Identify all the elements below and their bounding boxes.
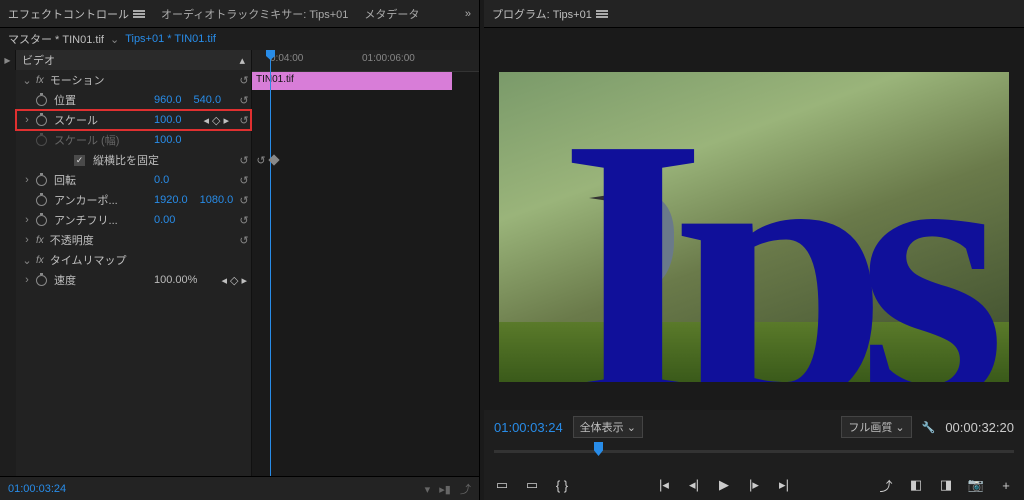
next-keyframe-icon[interactable]: ▸	[241, 274, 247, 287]
stopwatch-icon[interactable]	[36, 95, 47, 106]
step-back-icon[interactable]: ◂|	[686, 477, 702, 493]
stopwatch-icon	[36, 135, 47, 146]
twirl-icon[interactable]	[22, 214, 32, 226]
stopwatch-icon[interactable]	[36, 175, 47, 186]
next-keyframe-icon[interactable]: ▸	[223, 114, 229, 127]
tab-program[interactable]: プログラム: Tips+01	[492, 6, 608, 22]
lift-icon[interactable]: ◧	[908, 477, 924, 493]
add-keyframe-icon[interactable]: ◇	[230, 274, 238, 287]
panel-footer: 01:00:03:24 ▾ ▸▮ ⤴	[0, 476, 479, 500]
reset-button[interactable]	[237, 194, 251, 207]
program-monitor[interactable]: Ips	[484, 28, 1024, 410]
tab-audio-mixer[interactable]: オーディオトラックミキサー: Tips+01	[161, 6, 348, 22]
panel-tabs: エフェクトコントロール オーディオトラックミキサー: Tips+01 メタデータ…	[0, 0, 479, 28]
reset-button[interactable]	[254, 154, 268, 167]
twirl-icon[interactable]	[22, 254, 32, 267]
reset-button[interactable]	[237, 234, 251, 247]
master-clip-label: マスター * TIN01.tif	[8, 31, 104, 47]
quality-select[interactable]: フル画質 ⌄	[841, 416, 911, 438]
reset-button[interactable]	[237, 74, 251, 87]
extract-icon[interactable]: ◨	[938, 477, 954, 493]
reset-button[interactable]	[237, 114, 251, 127]
ruler-tick: 0:04:00	[270, 53, 303, 64]
rotation-value[interactable]: 0.0	[154, 174, 169, 186]
mark-out-icon[interactable]: ▭	[524, 477, 540, 493]
reset-button[interactable]	[237, 174, 251, 187]
sequence-clip-label[interactable]: Tips+01 * TIN01.tif	[125, 33, 216, 45]
program-duration[interactable]: 00:00:32:20	[945, 420, 1014, 435]
position-x[interactable]: 960.0	[154, 94, 182, 106]
go-in-icon[interactable]: |◂	[656, 477, 672, 493]
overlay-text: Ips	[559, 72, 976, 382]
reset-button[interactable]	[237, 94, 251, 107]
button-editor-icon[interactable]: +	[998, 477, 1014, 493]
twirl-icon[interactable]	[22, 274, 32, 286]
export-frame-icon[interactable]: ⤴	[878, 477, 894, 493]
transport-controls: ▭ ▭ { } |◂ ◂| ▶ |▸ ▸| ⤴ ◧ ◨ 📷 +	[484, 470, 1024, 500]
speed-value[interactable]: 100.00%	[154, 274, 197, 286]
go-out-icon[interactable]: ▸|	[776, 477, 792, 493]
clip-bar[interactable]: TIN01.tif	[252, 72, 452, 90]
section-video[interactable]: ビデオ▴	[16, 50, 251, 70]
twirl-icon[interactable]	[22, 114, 32, 126]
collapse-icon[interactable]: ▴	[239, 54, 245, 67]
keyframe-icon[interactable]	[268, 154, 279, 165]
prop-rotation[interactable]: 回転0.0	[16, 170, 251, 190]
program-playhead[interactable]	[594, 442, 603, 456]
tab-effect-controls[interactable]: エフェクトコントロール	[8, 6, 145, 22]
program-tabs: プログラム: Tips+01	[484, 0, 1024, 28]
playhead[interactable]	[270, 50, 271, 476]
tab-metadata[interactable]: メタデータ	[364, 6, 419, 22]
prop-anchor[interactable]: アンカーポ...1920.01080.0	[16, 190, 251, 210]
panel-menu-icon[interactable]	[133, 10, 145, 18]
chevron-down-icon[interactable]: ⌄	[110, 33, 119, 46]
twirl-icon[interactable]	[22, 234, 32, 246]
position-y[interactable]: 540.0	[194, 94, 222, 106]
panel-overflow[interactable]: »	[465, 8, 471, 20]
program-scrubber[interactable]	[494, 442, 1014, 462]
stopwatch-icon[interactable]	[36, 195, 47, 206]
step-fwd-icon[interactable]: |▸	[746, 477, 762, 493]
anchor-x[interactable]: 1920.0	[154, 194, 188, 206]
add-keyframe-icon[interactable]: ◇	[212, 114, 220, 127]
checkbox-uniform[interactable]: ✓	[74, 155, 85, 166]
prop-uniform-scale[interactable]: ✓縦横比を固定	[16, 150, 251, 170]
reset-button[interactable]	[237, 154, 251, 167]
add-marker-icon[interactable]: { }	[554, 477, 570, 493]
effect-timeremap[interactable]: fxタイムリマップ	[16, 250, 251, 270]
effect-motion[interactable]: fxモーション	[16, 70, 251, 90]
program-timecode[interactable]: 01:00:03:24	[494, 420, 563, 435]
zoom-select[interactable]: 全体表示 ⌄	[573, 416, 643, 438]
effect-opacity[interactable]: fx不透明度	[16, 230, 251, 250]
anchor-y[interactable]: 1080.0	[200, 194, 234, 206]
stopwatch-icon[interactable]	[36, 275, 47, 286]
reset-button[interactable]	[237, 214, 251, 227]
current-timecode[interactable]: 01:00:03:24	[8, 483, 66, 495]
stopwatch-icon[interactable]	[36, 115, 47, 126]
panel-menu-icon[interactable]	[596, 10, 608, 18]
ruler-tick: 01:00:06:00	[362, 53, 415, 64]
prop-scale[interactable]: スケール100.0◂◇▸	[16, 110, 251, 130]
prop-speed[interactable]: 速度100.00%◂◇▸	[16, 270, 251, 290]
play-button[interactable]: ▶	[716, 477, 732, 493]
camera-icon[interactable]: 📷	[968, 477, 984, 493]
footer-tools[interactable]: ▾ ▸▮ ⤴	[425, 481, 471, 497]
stopwatch-icon[interactable]	[36, 215, 47, 226]
prev-keyframe-icon[interactable]: ◂	[221, 274, 227, 287]
mark-in-icon[interactable]: ▭	[494, 477, 510, 493]
prop-position[interactable]: 位置960.0540.0	[16, 90, 251, 110]
wrench-icon[interactable]: 🔧	[922, 421, 936, 434]
antiflicker-value[interactable]: 0.00	[154, 214, 175, 226]
time-ruler[interactable]: 0:04:00 01:00:06:00	[252, 50, 479, 72]
prop-antiflicker[interactable]: アンチフリ...0.00	[16, 210, 251, 230]
panel-nav-toggle[interactable]	[0, 50, 16, 70]
clip-breadcrumb: マスター * TIN01.tif ⌄ Tips+01 * TIN01.tif	[0, 28, 479, 50]
effect-timeline[interactable]: 0:04:00 01:00:06:00 TIN01.tif	[252, 50, 479, 476]
prev-keyframe-icon[interactable]: ◂	[203, 114, 209, 127]
twirl-icon[interactable]	[22, 174, 32, 186]
twirl-icon[interactable]	[22, 74, 32, 87]
scale-value[interactable]: 100.0	[154, 114, 182, 126]
prop-scale-width: スケール (幅)100.0	[16, 130, 251, 150]
